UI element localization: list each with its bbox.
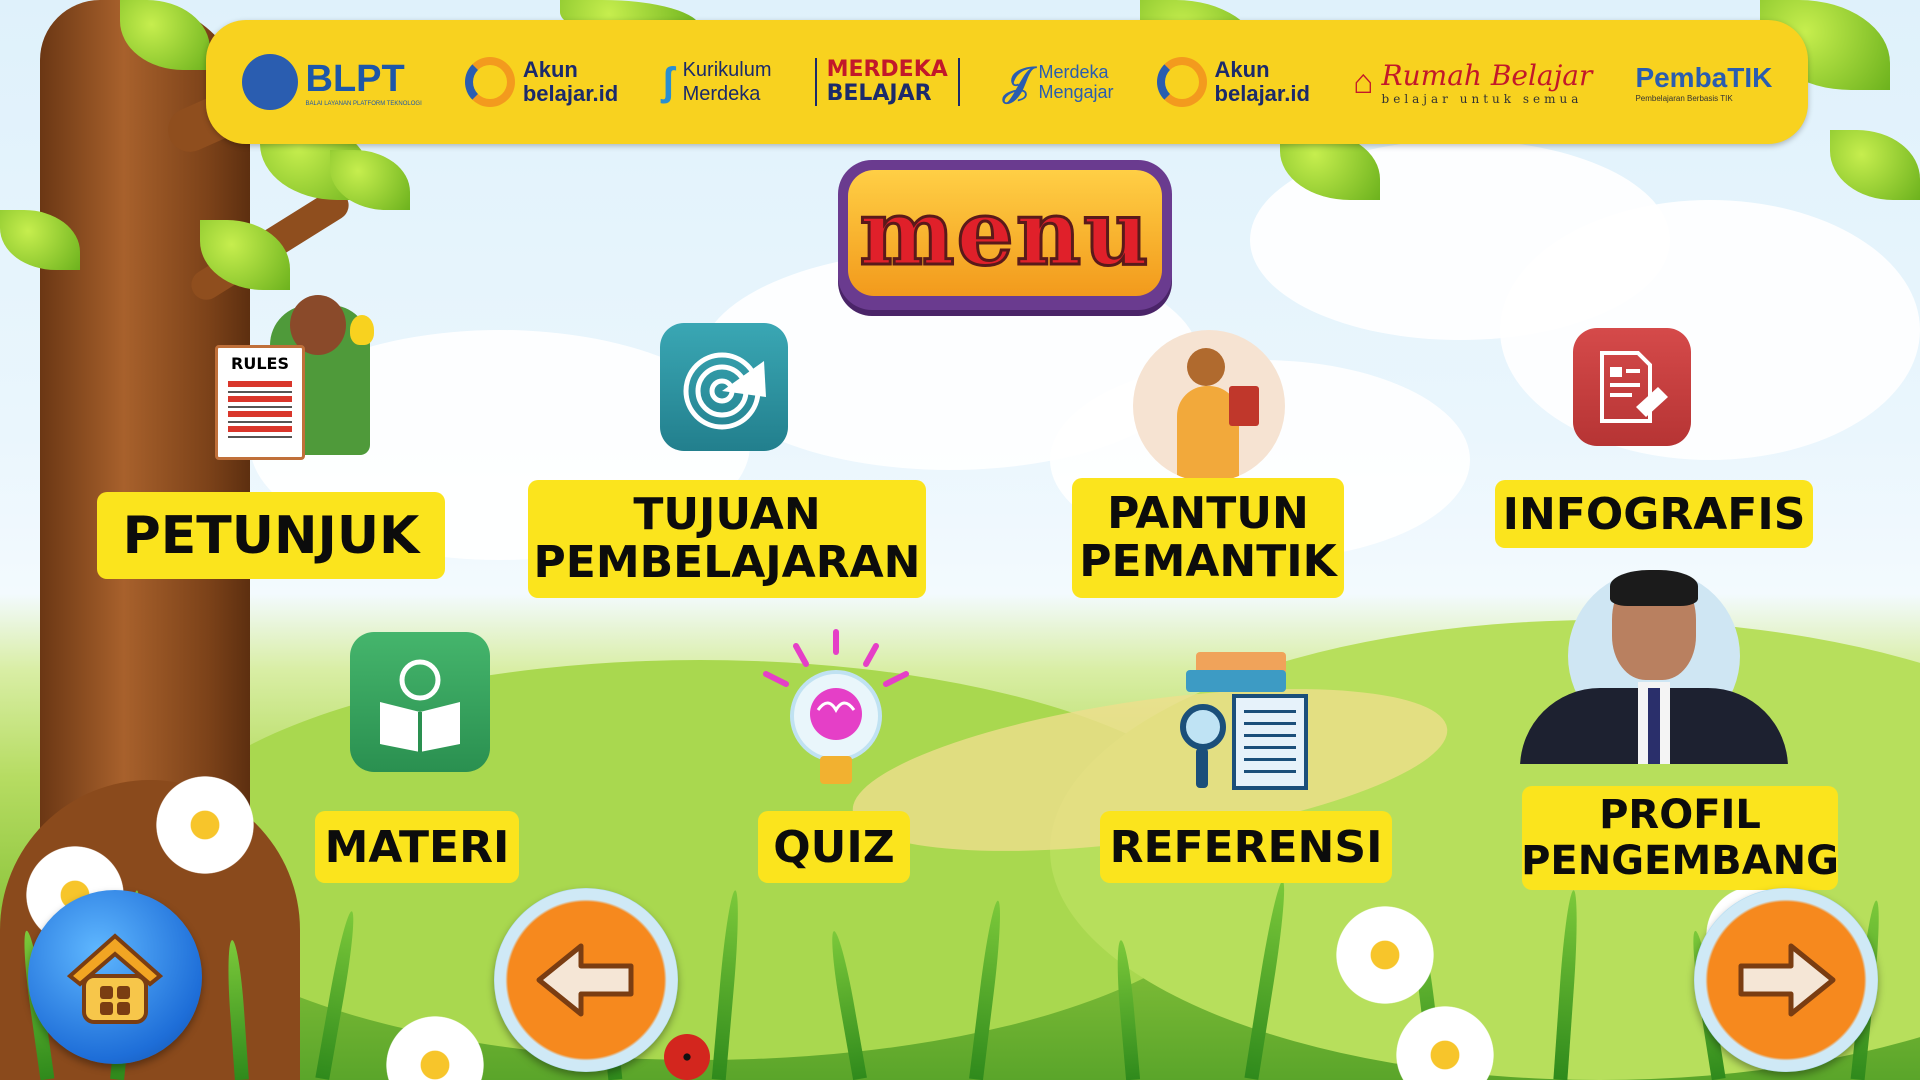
logo-akun-belajar-2: Akun belajar.id (1156, 57, 1310, 107)
teacher-reading-icon[interactable] (1133, 330, 1285, 482)
teacher-head (1187, 348, 1225, 386)
infografis-label[interactable]: INFOGRAFIS (1495, 480, 1813, 548)
back-button[interactable] (494, 888, 678, 1072)
book-icon (1186, 670, 1286, 692)
blpt-subtitle: BALAI LAYANAN PLATFORM TEKNOLOGI (305, 100, 422, 107)
akun-ring-icon (464, 57, 515, 107)
red-book-icon (1229, 386, 1259, 426)
pantun-line2: PEMANTIK (1079, 536, 1337, 587)
brain-bulb-icon[interactable] (752, 628, 920, 796)
ladybug-icon (664, 1034, 710, 1080)
rules-sheet: RULES (215, 345, 305, 460)
header-logo-bar: BLPT BALAI LAYANAN PLATFORM TEKNOLOGI Ak… (206, 20, 1808, 144)
pantun-pemantik-label[interactable]: PANTUN PEMANTIK (1072, 478, 1344, 598)
home-button[interactable] (28, 890, 202, 1064)
radar-graphic (683, 352, 766, 430)
materi-label[interactable]: MATERI (315, 811, 519, 883)
pembatik-title: PembaTIK (1635, 61, 1773, 93)
mengajar-mark-icon: 𝒥 (1002, 59, 1031, 104)
akun1-line2: belajar.id (522, 81, 619, 106)
brain-bulb-graphic (763, 629, 909, 784)
kurikulum-line2: Merdeka (682, 83, 761, 105)
arrow-left-icon (536, 943, 634, 1017)
akun1-line1: Akun (522, 57, 578, 82)
quiz-text: QUIZ (773, 821, 895, 873)
magnifier-handle (1196, 748, 1208, 788)
akun-ring-icon (1156, 57, 1207, 107)
logo-kemdikbud: BLPT BALAI LAYANAN PLATFORM TEKNOLOGI (241, 54, 422, 110)
petunjuk-text: PETUNJUK (122, 505, 420, 566)
tujuan-line1: TUJUAN (633, 489, 821, 540)
infografis-text: INFOGRAFIS (1502, 488, 1806, 540)
kurikulum-swirl-icon: ʃ (661, 59, 675, 104)
tujuan-pembelajaran-label[interactable]: TUJUAN PEMBELAJARAN (528, 480, 926, 598)
document-sheet (1232, 694, 1308, 790)
tujuan-line2: PEMBELAJARAN (533, 537, 921, 588)
rumah-title: Rumah Belajar (1381, 58, 1593, 92)
pantun-line1: PANTUN (1107, 488, 1309, 539)
next-button[interactable] (1694, 888, 1878, 1072)
petunjuk-label[interactable]: PETUNJUK (97, 492, 445, 579)
logo-merdeka-mengajar: 𝒥 Merdeka Mengajar (1003, 60, 1114, 105)
logo-akun-belajar-1: Akun belajar.id (464, 57, 619, 107)
document-graphic (1600, 351, 1668, 423)
logo-pembatik: PembaTIK Pembelajaran Berbasis TIK (1635, 62, 1772, 103)
kemdikbud-emblem-icon (241, 54, 298, 110)
profil-line1: PROFIL (1599, 792, 1761, 838)
reader-graphic (380, 659, 460, 752)
radar-icon[interactable] (660, 323, 788, 451)
logo-merdeka-belajar: MERDEKA BELAJAR (814, 57, 960, 106)
mengajar-line2: Mengajar (1038, 82, 1114, 102)
profil-pengembang-label[interactable]: PROFIL PENGEMBANG (1521, 786, 1839, 890)
rumah-belajar-mark-icon: ⌂ (1352, 62, 1374, 101)
arrow-right-icon (1738, 943, 1836, 1017)
rules-board-text: RULES (231, 354, 289, 373)
logo-rumah-belajar: ⌂ Rumah Belajar belajar untuk semua (1353, 59, 1592, 106)
referensi-text: REFERENSI (1109, 821, 1383, 873)
developer-photo[interactable] (1520, 570, 1788, 764)
merdeka-belajar-line1: MERDEKA (826, 57, 948, 82)
materi-text: MATERI (324, 821, 510, 873)
kurikulum-line1: Kurikulum (682, 59, 772, 81)
reader-icon[interactable] (350, 632, 490, 772)
akun2-line2: belajar.id (1214, 81, 1310, 106)
referensi-label[interactable]: REFERENSI (1100, 811, 1392, 883)
rules-checklist (228, 381, 292, 441)
mengajar-line1: Merdeka (1038, 62, 1109, 82)
books-magnifier-icon[interactable] (1178, 652, 1310, 792)
akun2-line1: Akun (1214, 57, 1270, 82)
merdeka-belajar-line2: BELAJAR (826, 81, 932, 106)
lightbulb-icon (350, 315, 374, 345)
page-title: menu (858, 180, 1151, 286)
pembatik-subtitle: Pembelajaran Berbasis TIK (1635, 93, 1733, 103)
rumah-subtitle: belajar untuk semua (1381, 91, 1583, 106)
home-icon (66, 933, 164, 1024)
quiz-label[interactable]: QUIZ (758, 811, 910, 883)
blpt-title: BLPT (305, 57, 405, 100)
document-edit-icon[interactable] (1573, 328, 1691, 446)
rules-board-icon[interactable]: RULES (210, 295, 390, 470)
logo-kurikulum-merdeka: ʃ Kurikulum Merdeka (661, 58, 771, 106)
magnifier-icon (1180, 704, 1226, 750)
profil-line2: PENGEMBANG (1521, 838, 1839, 884)
menu-title-badge: menu (838, 160, 1172, 310)
